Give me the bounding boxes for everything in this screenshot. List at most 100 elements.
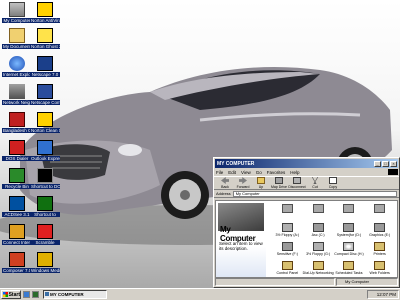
title-bar[interactable]: MY COMPUTER _ □ ×	[215, 159, 398, 168]
desktop-icon-netscape-communicator[interactable]: Netscape Communicator	[30, 84, 60, 105]
clock[interactable]: 12:07 PM	[377, 292, 396, 297]
up-button[interactable]: Up	[252, 177, 270, 189]
netscape-communicator-icon	[37, 84, 53, 99]
netscape-icon	[37, 56, 53, 71]
floppy-drive-icon	[312, 242, 324, 251]
maximize-button[interactable]: □	[382, 160, 389, 167]
item-drive[interactable]	[303, 204, 334, 223]
start-button[interactable]: Start	[1, 290, 21, 299]
info-pane-description: Select an item to view its description.	[219, 241, 263, 251]
recycle-bin-icon	[9, 168, 25, 183]
web-folders-icon	[374, 261, 386, 270]
item-drive[interactable]	[334, 204, 365, 223]
forward-arrow-icon	[239, 177, 247, 184]
desktop-icon-my-computer[interactable]: My Computer	[2, 2, 32, 23]
system-tray: 12:07 PM	[367, 290, 399, 299]
desktop-icon-outlook-express[interactable]: Outlook Express	[30, 140, 60, 161]
cut-button[interactable]: Cut	[306, 177, 324, 189]
menu-view[interactable]: View	[241, 169, 251, 176]
bangladesh-online-icon	[9, 112, 25, 127]
item-drive[interactable]	[364, 204, 395, 223]
desktop-icon-network-neighborhood[interactable]: Network Neighborhood	[2, 84, 32, 105]
desktop-icon-scramble[interactable]: Scramble	[30, 224, 60, 245]
acdsee-icon	[9, 196, 25, 211]
desktop-icon-composer[interactable]: Composer 7.0	[2, 252, 32, 273]
dos-dialer-icon	[9, 140, 25, 155]
map-drive-icon	[275, 177, 283, 184]
my-computer-icon	[45, 292, 49, 296]
menu-favorites[interactable]: Favorites	[267, 169, 286, 176]
map-drive-button[interactable]: Map Drive	[270, 177, 288, 189]
minimize-button[interactable]: _	[374, 160, 381, 167]
internet-explorer-icon	[9, 56, 25, 71]
copy-icon	[329, 177, 337, 184]
desktop-icon-norton-antivirus[interactable]: Norton AntiVirus	[30, 2, 60, 23]
item-compact-disc-h[interactable]: Compact Disc (H:)	[334, 242, 365, 261]
scramble-icon	[37, 224, 53, 239]
close-button[interactable]: ×	[390, 160, 397, 167]
cut-icon	[311, 177, 319, 184]
desktop-icon-netscape[interactable]: Netscape 7.0	[30, 56, 60, 77]
menu-help[interactable]: Help	[290, 169, 299, 176]
menu-edit[interactable]: Edit	[228, 169, 236, 176]
menu-bar: File Edit View Go Favorites Help	[214, 169, 399, 176]
hard-drive-icon	[312, 223, 324, 232]
desktop-icon-dos-box[interactable]: Shortcut to DOS box	[30, 168, 60, 189]
item-floppy-a[interactable]: 3½ Floppy (A:)	[272, 223, 303, 242]
taskbar: Start MY COMPUTER 12:07 PM	[0, 288, 400, 300]
content-area: My Computer Select an item to view its d…	[215, 200, 398, 278]
item-drive-c[interactable]: Asc (C:)	[303, 223, 334, 242]
disconnect-button[interactable]: Disconnect	[288, 177, 306, 189]
norton-ghost-icon	[37, 28, 53, 43]
desktop-icon-bangladesh-online[interactable]: Bangladesh Online Limited	[2, 112, 32, 133]
desktop-icon-shortcut[interactable]: Shortcut to	[30, 196, 60, 217]
item-drive-f[interactable]: Sensitive (F:)	[272, 242, 303, 261]
menu-go[interactable]: Go	[256, 169, 262, 176]
my-computer-window[interactable]: MY COMPUTER _ □ × File Edit View Go Favo…	[213, 157, 400, 288]
desktop-icon-my-documents[interactable]: My Documents	[2, 28, 32, 49]
desktop-icon-connect-internet[interactable]: Connect Internet	[2, 224, 32, 245]
cd-drive-icon	[343, 242, 355, 251]
back-arrow-icon	[221, 177, 229, 184]
connect-internet-icon	[9, 224, 25, 239]
network-neighborhood-icon	[9, 84, 25, 99]
item-drive-e[interactable]: Graphics (E:)	[364, 223, 395, 242]
desktop-icon-internet-explorer[interactable]: Internet Explorer	[2, 56, 32, 77]
windows-logo-icon	[388, 169, 398, 175]
norton-antivirus-icon	[37, 2, 53, 17]
address-label: Address	[216, 191, 231, 196]
start-label: Start	[8, 291, 20, 298]
desktop-icon-recycle-bin[interactable]: Recycle Bin	[2, 168, 32, 189]
disconnect-icon	[293, 177, 301, 184]
item-floppy-g[interactable]: 3½ Floppy (G:)	[303, 242, 334, 261]
drive-icon	[343, 204, 355, 213]
back-button[interactable]: Back	[216, 177, 234, 189]
items-grid: 3½ Floppy (A:) Asc (C:) System(for (D:) …	[266, 201, 397, 277]
dial-up-networking-icon	[312, 261, 324, 270]
quick-launch-desktop-icon[interactable]	[32, 291, 39, 298]
address-field[interactable]: My Computer	[232, 190, 397, 197]
status-bar: My Computer	[215, 278, 398, 286]
taskbar-button-label: MY COMPUTER	[50, 292, 84, 297]
windows-media-player-icon	[37, 252, 53, 267]
hard-drive-icon	[281, 242, 293, 251]
taskbar-button-my-computer[interactable]: MY COMPUTER	[43, 290, 107, 299]
composer-icon	[9, 252, 25, 267]
printers-icon	[374, 242, 386, 251]
desktop-icon-norton-clean-sweep[interactable]: Norton Clean Sweep	[30, 112, 60, 133]
item-drive-d[interactable]: System(for (D:)	[334, 223, 365, 242]
desktop-icon-norton-ghost[interactable]: Norton Ghost 2003	[30, 28, 60, 49]
item-drive[interactable]	[272, 204, 303, 223]
item-printers[interactable]: Printers	[364, 242, 395, 261]
outlook-express-icon	[37, 140, 53, 155]
scheduled-tasks-icon	[343, 261, 355, 270]
desktop-icon-windows-media-player[interactable]: Windows Media Player	[30, 252, 60, 273]
drive-icon	[281, 204, 293, 213]
desktop-icon-acdsee[interactable]: ACDSee 3.1	[2, 196, 32, 217]
menu-file[interactable]: File	[216, 169, 223, 176]
forward-button[interactable]: Forward	[234, 177, 252, 189]
copy-button[interactable]: Copy	[324, 177, 342, 189]
desktop-icon-dos-dialer[interactable]: DOS Dialer	[2, 140, 32, 161]
quick-launch-ie-icon[interactable]	[23, 291, 30, 298]
hard-drive-icon	[374, 223, 386, 232]
